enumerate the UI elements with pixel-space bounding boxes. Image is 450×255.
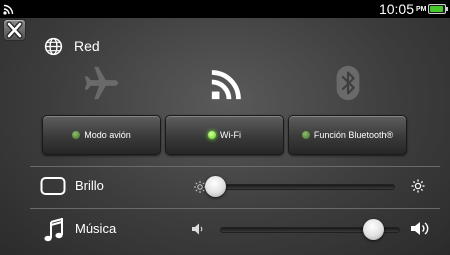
airplane-mode-indicator-icon	[72, 131, 81, 139]
brightness-slider-track[interactable]	[210, 184, 395, 190]
brightness-high-icon	[411, 179, 425, 193]
globe-icon	[44, 37, 63, 56]
airplane-mode-toggle[interactable]: Modo avión	[42, 115, 161, 155]
divider	[30, 166, 440, 167]
volume-high-icon	[411, 222, 429, 235]
battery-tip	[446, 7, 448, 11]
battery-icon	[428, 4, 446, 14]
wifi-icon	[211, 70, 241, 100]
network-section-title: Red	[74, 38, 100, 54]
wifi-indicator-icon	[208, 131, 216, 139]
clock: 10:05	[378, 1, 414, 17]
close-icon	[6, 21, 23, 39]
music-note-icon	[44, 218, 63, 242]
bluetooth-indicator-icon	[301, 131, 310, 139]
music-volume-slider-thumb[interactable]	[363, 219, 384, 240]
brightness-slider-thumb[interactable]	[205, 176, 226, 197]
wifi-signal-icon	[3, 4, 14, 15]
screen-icon	[40, 177, 66, 195]
divider	[30, 208, 440, 209]
brightness-label: Brillo	[75, 178, 104, 193]
close-button[interactable]	[3, 19, 26, 41]
bluetooth-toggle[interactable]: Función Bluetooth®	[288, 115, 407, 155]
wifi-label: Wi-Fi	[220, 130, 241, 140]
battery-level	[430, 6, 443, 12]
airplane-mode-label: Modo avión	[84, 130, 131, 140]
music-volume-label: Música	[75, 221, 117, 236]
volume-low-icon	[192, 223, 203, 235]
bluetooth-icon	[336, 65, 360, 101]
bluetooth-label: Función Bluetooth®	[313, 130, 394, 140]
wifi-toggle[interactable]: Wi-Fi	[165, 115, 284, 155]
airplane-icon	[84, 66, 119, 100]
